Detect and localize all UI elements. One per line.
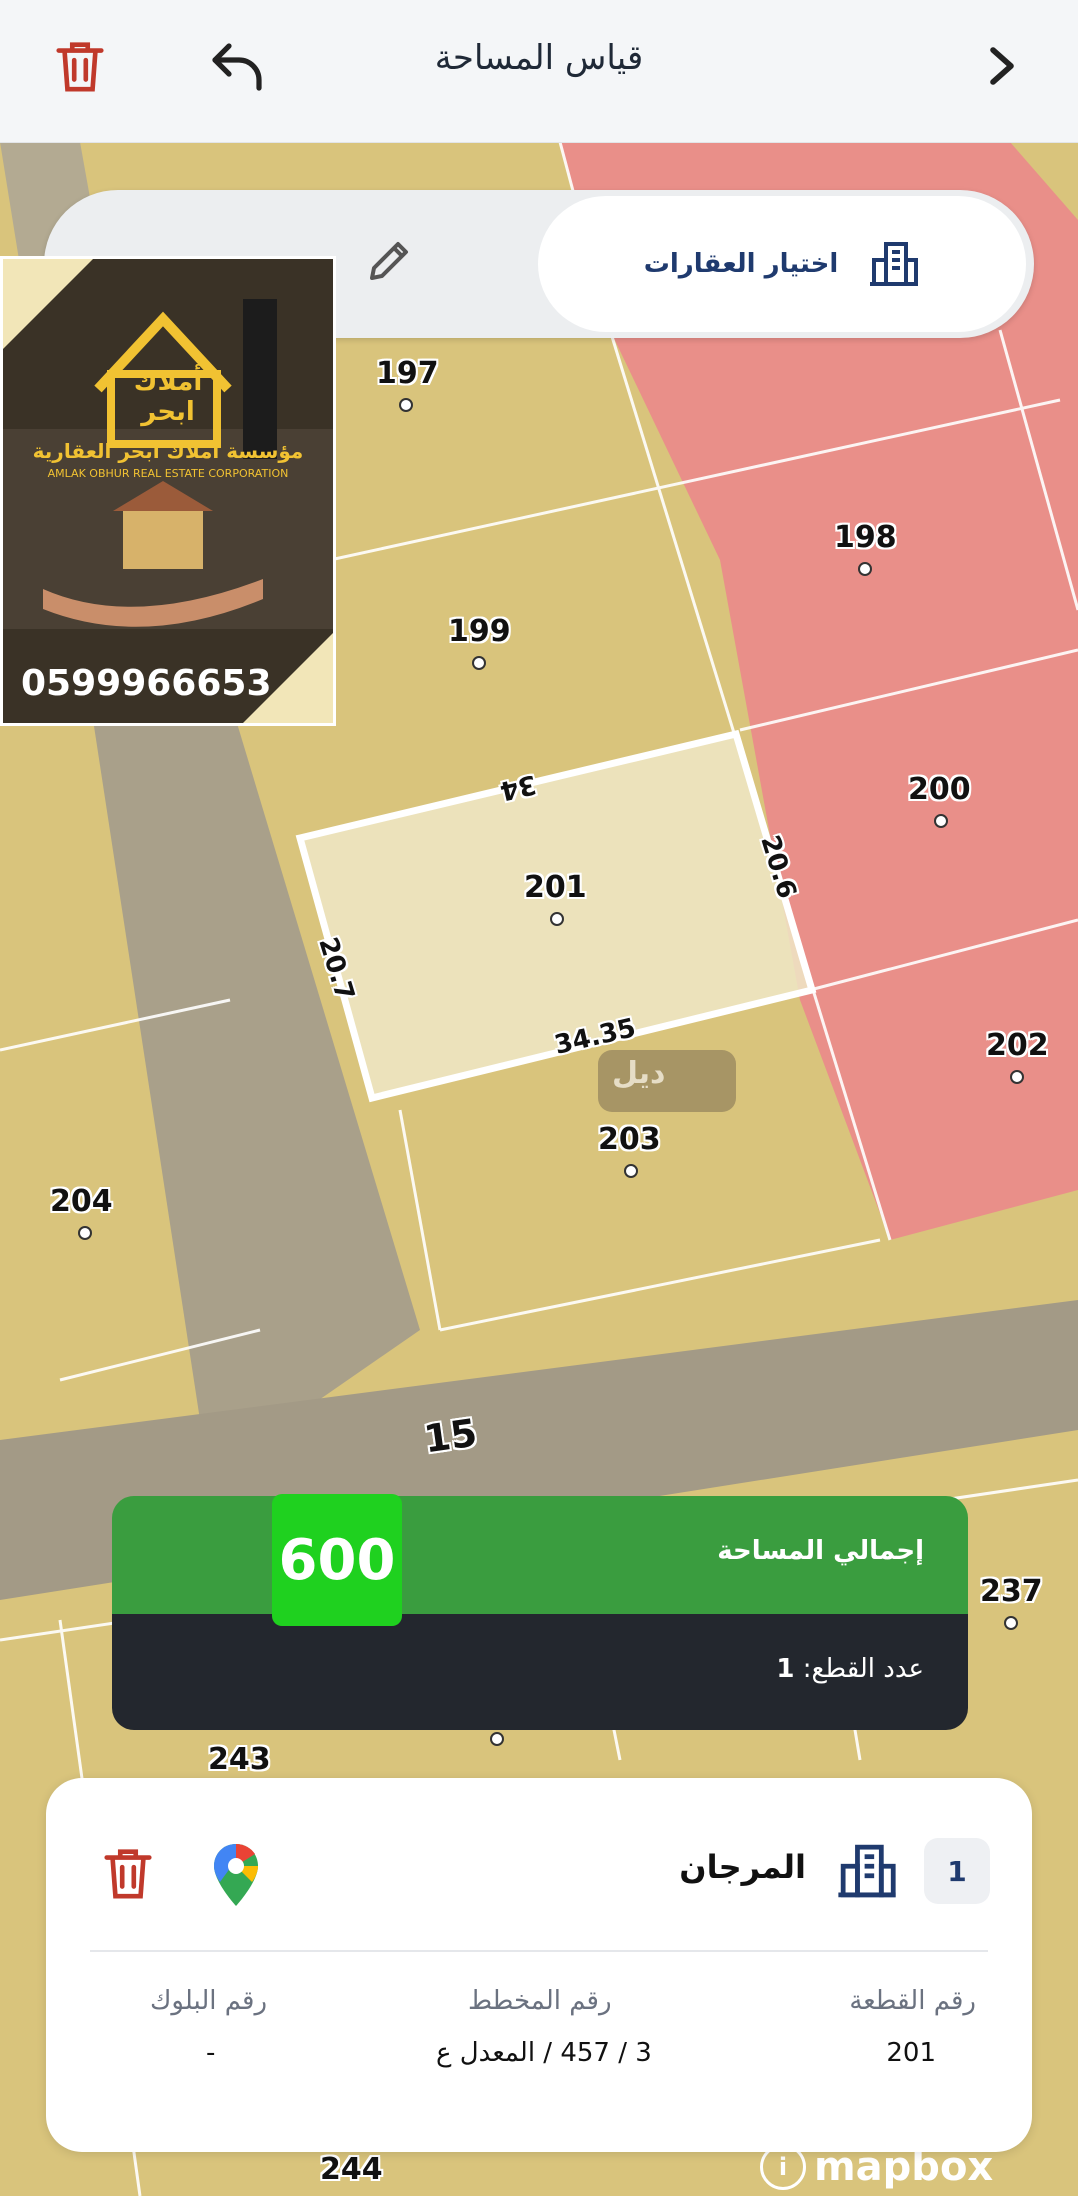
advert-company-ar: مؤسسة أملاك ابحر العقارية: [32, 439, 304, 463]
plot-index-badge: 1: [924, 1838, 990, 1904]
plot-number-value: 201: [886, 2038, 936, 2068]
select-properties-label: اختيار العقارات: [643, 249, 839, 279]
parcel-dot: [858, 562, 872, 576]
parcel-label-201: 201: [524, 870, 587, 905]
parcel-dot: [472, 656, 486, 670]
google-maps-pin-icon: [214, 1844, 258, 1906]
parcel-dot: [624, 1164, 638, 1178]
watermark-text: ديل: [612, 1056, 666, 1091]
card-divider: [90, 1950, 988, 1952]
chevron-right-icon: [990, 47, 1014, 85]
parcel-label-243: 243: [208, 1742, 271, 1777]
parcel-dot: [490, 1732, 504, 1746]
plot-number-label: رقم القطعة: [849, 1986, 976, 2016]
parcel-dot: [78, 1226, 92, 1240]
pencil-icon: [370, 242, 408, 280]
block-number-value: -: [206, 2038, 216, 2068]
building-icon: [870, 242, 919, 286]
select-properties-button[interactable]: اختيار العقارات: [538, 196, 1026, 332]
parcel-count-value: 1: [776, 1654, 795, 1684]
parcel-label-237: 237: [980, 1574, 1043, 1609]
parcel-label-204: 204: [50, 1184, 113, 1219]
advert-company-en: AMLAK OBHUR REAL ESTATE CORPORATION: [47, 467, 289, 480]
plot-name: المرجان: [679, 1848, 806, 1886]
parcel-dot: [1010, 1070, 1024, 1084]
parcel-label-202: 202: [986, 1028, 1049, 1063]
trash-icon: [104, 1849, 152, 1899]
area-summary-top: إجمالي المساحة: [112, 1496, 968, 1614]
building-icon: [838, 1844, 896, 1898]
top-bar: قياس المساحة: [0, 0, 1078, 143]
advert-graphic: [3, 259, 333, 723]
open-in-google-maps-button[interactable]: [210, 1842, 262, 1912]
parcel-dot: [934, 814, 948, 828]
parcel-label-197: 197: [376, 356, 439, 391]
street-number: 15: [421, 1410, 480, 1462]
forward-button[interactable]: [964, 28, 1040, 104]
parcel-label-198: 198: [834, 520, 897, 555]
area-summary-card: إجمالي المساحة عدد القطع: 1: [112, 1496, 968, 1730]
block-number-label: رقم البلوك: [150, 1986, 268, 2016]
parcel-count-label: عدد القطع:: [802, 1654, 924, 1684]
parcel-label-200: 200: [908, 772, 971, 807]
parcel-dot: [550, 912, 564, 926]
parcel-label-199: 199: [448, 614, 511, 649]
total-area-value: 600: [272, 1494, 402, 1626]
advertisement-banner[interactable]: أملاك ابحر مؤسسة أملاك ابحر العقارية AML…: [0, 256, 336, 726]
total-area-label: إجمالي المساحة: [717, 1536, 924, 1566]
advert-phone: 0599966653: [21, 663, 272, 704]
parcel-label-203: 203: [598, 1122, 661, 1157]
parcel-dot: [399, 398, 413, 412]
page-title: قياس المساحة: [434, 38, 644, 78]
plot-details-card: 1 المرجان رقم القطعة 201 رقم المخطط 3 / …: [46, 1778, 1032, 2152]
scheme-number-value: 3 / 457 / المعدل ع: [436, 2038, 652, 2068]
edit-button[interactable]: [364, 236, 414, 290]
delete-plot-button[interactable]: [100, 1844, 156, 1906]
parcel-count: عدد القطع: 1: [776, 1654, 924, 1684]
scheme-number-label: رقم المخطط: [468, 1986, 612, 2016]
advert-brand: أملاك ابحر: [133, 367, 203, 427]
area-summary-bottom: عدد القطع: 1: [112, 1614, 968, 1730]
parcel-label-244: 244: [320, 2152, 383, 2187]
parcel-dot: [1004, 1616, 1018, 1630]
